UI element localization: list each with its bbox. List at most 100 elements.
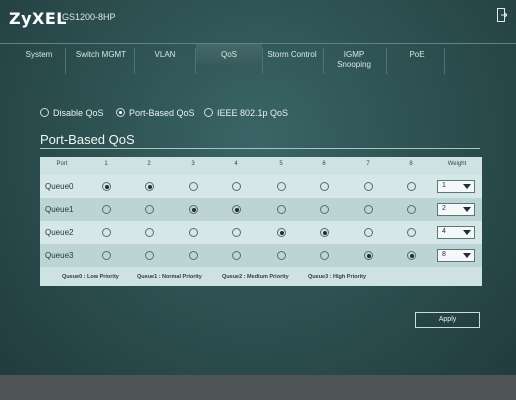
app-root: ZyXEL GS1200-8HP System Switch MGMT VLAN… <box>0 0 516 400</box>
nav-item-igmp-label: IGMP Snooping <box>337 50 371 69</box>
table-row-queue3: Queue3 8 <box>40 244 482 267</box>
port-6-queue1-radio[interactable] <box>320 205 329 214</box>
queue3-weight-select[interactable]: 8 <box>437 249 475 262</box>
port-8-queue0-radio[interactable] <box>407 182 416 191</box>
apply-button[interactable]: Apply <box>415 312 480 328</box>
nav-separator <box>386 48 387 74</box>
column-header-port-5: 5 <box>279 161 283 167</box>
column-header-port-6: 6 <box>322 161 326 167</box>
model-name: GS1200-8HP <box>62 12 116 22</box>
port-6-queue2-radio[interactable] <box>320 228 329 237</box>
port-5-queue1-radio[interactable] <box>277 205 286 214</box>
brand-logo: ZyXEL <box>9 9 67 28</box>
chevron-down-icon <box>463 230 471 235</box>
qos-mode-ieee[interactable]: IEEE 802.1p QoS <box>204 108 288 118</box>
qos-mode-label: IEEE 802.1p QoS <box>217 108 289 118</box>
queue2-weight-select[interactable]: 4 <box>437 226 475 239</box>
port-5-queue2-radio[interactable] <box>277 228 286 237</box>
port-1-queue1-radio[interactable] <box>102 205 111 214</box>
port-2-queue2-radio[interactable] <box>145 228 154 237</box>
nav-item-storm-control[interactable]: Storm Control <box>264 50 320 60</box>
weight-value: 1 <box>442 182 446 189</box>
section-title: Port-Based QoS <box>40 132 135 147</box>
main-nav: System Switch MGMT VLAN QoS Storm Contro… <box>0 43 516 84</box>
port-6-queue0-radio[interactable] <box>320 182 329 191</box>
port-7-queue3-radio[interactable] <box>364 251 373 260</box>
nav-item-switch-mgmt[interactable]: Switch MGMT <box>74 50 128 60</box>
column-header-port-8: 8 <box>409 161 413 167</box>
queue-label: Queue2 <box>45 228 74 237</box>
legend-queue3: Queue3 : High Priority <box>308 274 367 280</box>
queue0-weight-select[interactable]: 1 <box>437 180 475 193</box>
port-5-queue0-radio[interactable] <box>277 182 286 191</box>
radio-ieee-qos[interactable] <box>204 108 213 117</box>
port-5-queue3-radio[interactable] <box>277 251 286 260</box>
nav-separator <box>444 48 445 74</box>
port-3-queue3-radio[interactable] <box>189 251 198 260</box>
qos-mode-label: Disable QoS <box>53 108 104 118</box>
qos-table: Port 1 2 3 4 5 6 7 8 Weight Queue0 1 Que… <box>40 157 482 286</box>
weight-value: 8 <box>442 251 446 258</box>
column-header-port-4: 4 <box>234 161 238 167</box>
port-2-queue3-radio[interactable] <box>145 251 154 260</box>
port-2-queue1-radio[interactable] <box>145 205 154 214</box>
queue-label: Queue3 <box>45 251 74 260</box>
chevron-down-icon <box>463 253 471 258</box>
nav-separator <box>134 48 135 74</box>
column-header-weight: Weight <box>447 161 467 167</box>
nav-separator <box>323 48 324 74</box>
port-4-queue3-radio[interactable] <box>232 251 241 260</box>
port-6-queue3-radio[interactable] <box>320 251 329 260</box>
section-divider <box>40 148 480 149</box>
port-1-queue3-radio[interactable] <box>102 251 111 260</box>
port-4-queue2-radio[interactable] <box>232 228 241 237</box>
chevron-down-icon <box>463 184 471 189</box>
weight-value: 4 <box>442 228 446 235</box>
queue-label: Queue1 <box>45 205 74 214</box>
port-8-queue3-radio[interactable] <box>407 251 416 260</box>
port-1-queue0-radio[interactable] <box>102 182 111 191</box>
column-header-port-2: 2 <box>147 161 151 167</box>
port-4-queue0-radio[interactable] <box>232 182 241 191</box>
radio-disable-qos[interactable] <box>40 108 49 117</box>
chevron-down-icon <box>463 207 471 212</box>
port-8-queue1-radio[interactable] <box>407 205 416 214</box>
radio-port-based-qos[interactable] <box>116 108 125 117</box>
nav-separator <box>195 48 196 74</box>
column-header-port-3: 3 <box>191 161 195 167</box>
footer-bar <box>0 375 516 400</box>
qos-mode-disable[interactable]: Disable QoS <box>40 108 104 118</box>
nav-item-qos[interactable]: QoS <box>213 50 245 60</box>
port-3-queue2-radio[interactable] <box>189 228 198 237</box>
port-1-queue2-radio[interactable] <box>102 228 111 237</box>
header: ZyXEL GS1200-8HP <box>0 0 516 42</box>
queue1-weight-select[interactable]: 2 <box>437 203 475 216</box>
port-3-queue0-radio[interactable] <box>189 182 198 191</box>
legend-queue0: Queue0 : Low Priority <box>62 274 119 280</box>
port-3-queue1-radio[interactable] <box>189 205 198 214</box>
legend-queue2: Queue2 : Medium Priority <box>222 274 289 280</box>
port-7-queue0-radio[interactable] <box>364 182 373 191</box>
weight-value: 2 <box>442 205 446 212</box>
port-8-queue2-radio[interactable] <box>407 228 416 237</box>
nav-item-poe[interactable]: PoE <box>400 50 434 60</box>
qos-mode-port-based[interactable]: Port-Based QoS <box>116 108 195 118</box>
nav-item-igmp-snooping[interactable]: IGMP Snooping <box>330 50 378 70</box>
legend-queue1: Queue1 : Normal Priority <box>137 274 202 280</box>
table-header: Port 1 2 3 4 5 6 7 8 Weight <box>40 157 482 171</box>
nav-item-vlan[interactable]: VLAN <box>148 50 182 60</box>
column-header-port: Port <box>56 161 68 167</box>
table-row-queue1: Queue1 2 <box>40 198 482 221</box>
table-row-queue2: Queue2 4 <box>40 221 482 244</box>
port-4-queue1-radio[interactable] <box>232 205 241 214</box>
table-row-queue0: Queue0 1 <box>40 175 482 198</box>
port-2-queue0-radio[interactable] <box>145 182 154 191</box>
port-7-queue2-radio[interactable] <box>364 228 373 237</box>
nav-item-system[interactable]: System <box>22 50 56 60</box>
qos-mode-label: Port-Based QoS <box>129 108 195 118</box>
priority-legend: Queue0 : Low Priority Queue1 : Normal Pr… <box>40 271 482 286</box>
nav-separator <box>262 48 263 74</box>
column-header-port-1: 1 <box>104 161 108 167</box>
port-7-queue1-radio[interactable] <box>364 205 373 214</box>
logout-icon[interactable] <box>497 8 507 22</box>
